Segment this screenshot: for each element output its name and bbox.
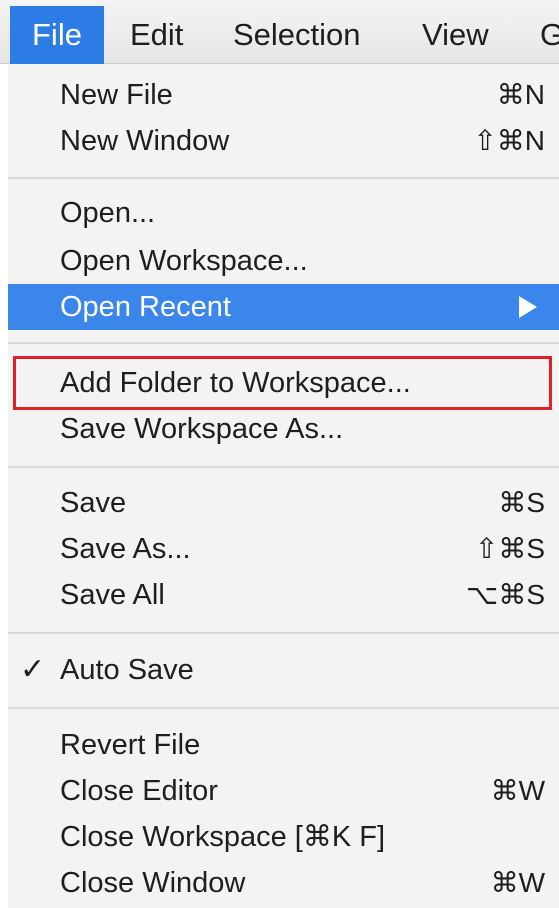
menu-item-close-editor[interactable]: Close Editor ⌘W [8, 768, 559, 814]
menubar-edit[interactable]: Edit [130, 6, 183, 64]
menu-separator [8, 632, 559, 634]
menu-item-label: Save As... [60, 533, 191, 565]
menu-item-label: Open Recent [60, 291, 231, 323]
menu-item-close-workspace[interactable]: Close Workspace [⌘K F] [8, 814, 559, 860]
menu-separator [8, 342, 559, 344]
menu-item-label: Auto Save [60, 654, 194, 686]
menu-item-label: Revert File [60, 729, 201, 761]
checkmark-icon: ✓ [20, 653, 46, 686]
menu-item-label: Save All [60, 579, 165, 611]
menu-item-label: Add Folder to Workspace... [60, 367, 411, 399]
menu-item-shortcut: ⌘W [490, 867, 545, 898]
menu-item-label: Open... [60, 197, 156, 229]
menu-separator [8, 466, 559, 468]
menu-item-shortcut: ⌘W [490, 775, 545, 806]
menu-item-label: New File [60, 79, 173, 111]
menubar-file[interactable]: File [10, 6, 104, 64]
menu-item-label: Save Workspace As... [60, 413, 344, 445]
menu-item-label: New Window [60, 125, 230, 157]
menu-item-shortcut: ⇧⌘S [474, 533, 545, 564]
menu-item-auto-save[interactable]: ✓ Auto Save [8, 647, 559, 693]
menu-item-close-window[interactable]: Close Window ⌘W [8, 860, 559, 906]
menu-item-shortcut: ⌘S [498, 487, 545, 518]
menu-item-save[interactable]: Save ⌘S [8, 480, 559, 526]
menu-item-new-window[interactable]: New Window ⇧⌘N [8, 118, 559, 164]
menu-item-open[interactable]: Open... [8, 190, 559, 236]
menu-item-label: Save [60, 487, 127, 519]
menu-item-add-folder-to-workspace[interactable]: Add Folder to Workspace... [8, 360, 559, 406]
menu-item-shortcut: ⌘N [496, 79, 545, 110]
menubar-view[interactable]: View [422, 6, 489, 64]
menu-item-shortcut: ⌥⌘S [466, 579, 545, 610]
menu-item-label: Close Editor [60, 775, 218, 807]
submenu-arrow-icon [519, 296, 537, 318]
menu-item-save-as[interactable]: Save As... ⇧⌘S [8, 526, 559, 572]
menu-item-open-recent[interactable]: Open Recent [8, 284, 559, 330]
menubar-go[interactable]: G [540, 6, 559, 64]
menu-item-shortcut: ⇧⌘N [473, 125, 545, 156]
menu-item-save-workspace-as[interactable]: Save Workspace As... [8, 406, 559, 452]
menu-item-label: Close Workspace [⌘K F] [60, 821, 386, 853]
menu-separator [8, 177, 559, 179]
menu-item-save-all[interactable]: Save All ⌥⌘S [8, 572, 559, 618]
menu-item-new-file[interactable]: New File ⌘N [8, 72, 559, 118]
menubar-selection[interactable]: Selection [233, 6, 361, 64]
menu-bar: File Edit Selection View G [0, 0, 559, 64]
menu-separator [8, 707, 559, 709]
menu-item-open-workspace[interactable]: Open Workspace... [8, 238, 559, 284]
menu-item-label: Open Workspace... [60, 245, 308, 277]
menu-item-revert-file[interactable]: Revert File [8, 722, 559, 768]
menu-item-label: Close Window [60, 867, 246, 899]
